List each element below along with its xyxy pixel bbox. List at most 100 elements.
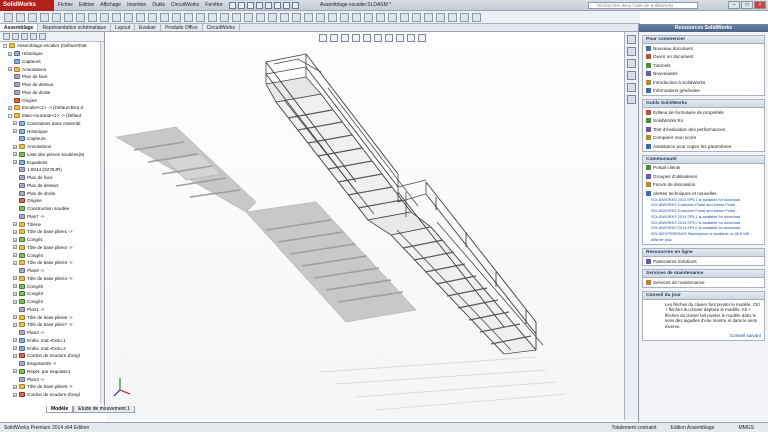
bottom-tab[interactable]: Etude de mouvement 1 xyxy=(73,406,135,413)
expand-toggle-icon[interactable]: + xyxy=(13,237,17,242)
resource-link[interactable]: Test d'évaluation des performances xyxy=(643,125,764,134)
command-tool-icon[interactable] xyxy=(364,12,373,22)
tree-item[interactable]: - Main-courante<1> -> (Défaut xyxy=(3,112,104,120)
command-tab[interactable]: Evaluer xyxy=(135,24,162,31)
minimize-icon[interactable]: – xyxy=(728,1,740,9)
command-tool-icon[interactable] xyxy=(388,12,397,22)
expand-toggle-icon[interactable]: + xyxy=(13,291,17,296)
feature-tree-icon[interactable] xyxy=(3,33,10,40)
menu-item-1[interactable]: Edition xyxy=(79,2,94,8)
tree-item[interactable]: Plan8 -> xyxy=(3,267,104,275)
tree-item[interactable]: Plan de droite xyxy=(3,89,104,97)
configuration-manager-icon[interactable] xyxy=(21,33,28,40)
tree-item[interactable]: + Equations xyxy=(3,158,104,166)
section-title[interactable]: Services de maintenance xyxy=(643,270,764,279)
command-tool-icon[interactable] xyxy=(136,12,145,22)
tree-item[interactable]: + Historique xyxy=(3,127,104,135)
command-tool-icon[interactable] xyxy=(448,12,457,22)
tree-item[interactable]: + Annotations xyxy=(3,65,104,73)
command-tool-icon[interactable] xyxy=(184,12,193,22)
tree-item[interactable]: + Congé2 xyxy=(3,298,104,306)
tree-item[interactable]: + Enlèv. mat.-Extru.2 xyxy=(3,344,104,352)
status-units[interactable]: MMGS xyxy=(738,425,754,431)
expand-toggle-icon[interactable]: + xyxy=(13,315,17,320)
expand-toggle-icon[interactable]: + xyxy=(13,245,17,250)
resource-link[interactable]: Nouveautés xyxy=(643,70,764,79)
tree-item[interactable]: + Historique xyxy=(3,50,104,58)
tree-item[interactable]: + Congé5 xyxy=(3,282,104,290)
command-tool-icon[interactable] xyxy=(148,12,157,22)
tree-item[interactable]: + Tôle de base pliée6 -> xyxy=(3,313,104,321)
open-icon[interactable] xyxy=(237,1,245,9)
design-library-icon[interactable] xyxy=(627,47,636,56)
tree-item[interactable]: Capteurs xyxy=(3,58,104,66)
resource-link[interactable]: SolidWorks Rx xyxy=(643,117,764,126)
tree-item[interactable]: + Tôle de base pliée1 -> xyxy=(3,228,104,236)
tree-item[interactable]: + Tôle de base pliée2 -> xyxy=(3,244,104,252)
show-more-link[interactable]: Afficher plus xyxy=(643,238,764,244)
tree-scrollbar[interactable] xyxy=(100,42,104,404)
command-tool-icon[interactable] xyxy=(328,12,337,22)
resource-link[interactable]: Comparer mon score xyxy=(643,134,764,143)
command-tool-icon[interactable] xyxy=(256,12,265,22)
select-icon[interactable] xyxy=(273,1,281,9)
close-icon[interactable]: × xyxy=(754,1,766,9)
command-tool-icon[interactable] xyxy=(304,12,313,22)
view-orientation-icon[interactable] xyxy=(362,34,371,42)
expand-toggle-icon[interactable]: + xyxy=(13,392,17,397)
command-tool-icon[interactable] xyxy=(64,12,73,22)
expand-toggle-icon[interactable]: + xyxy=(8,105,12,110)
expand-toggle-icon[interactable]: + xyxy=(13,152,17,157)
menu-item-6[interactable]: Fenêtre xyxy=(205,2,222,8)
expand-toggle-icon[interactable]: + xyxy=(8,51,12,56)
help-search-input[interactable]: Rechercher dans l'aide de SolidWorks xyxy=(588,2,698,9)
tree-item[interactable]: Plan de dessus xyxy=(3,81,104,89)
command-tool-icon[interactable] xyxy=(52,12,61,22)
tree-item[interactable]: Construction soudée xyxy=(3,205,104,213)
command-tab[interactable]: Représentation schématique xyxy=(38,24,112,31)
display-manager-icon[interactable] xyxy=(39,33,46,40)
custom-properties-icon[interactable] xyxy=(627,95,636,104)
menu-item-2[interactable]: Affichage xyxy=(100,2,121,8)
tree-item[interactable]: + Liste des pièces soudées(9) xyxy=(3,151,104,159)
tree-item[interactable]: Plan de dessus xyxy=(3,182,104,190)
menu-item-3[interactable]: Insertion xyxy=(127,2,146,8)
expand-toggle-icon[interactable]: + xyxy=(13,299,17,304)
expand-toggle-icon[interactable]: - xyxy=(3,43,7,48)
tree-item[interactable]: + Congé3 xyxy=(3,290,104,298)
tree-item[interactable]: Plan3 -> xyxy=(3,375,104,383)
command-tab[interactable]: Layout xyxy=(111,24,136,31)
property-manager-icon[interactable] xyxy=(12,33,19,40)
resource-link[interactable]: Ouvrir un document xyxy=(643,53,764,62)
tree-item[interactable]: Plan7 -> xyxy=(3,213,104,221)
tree-item[interactable]: Plan de droite xyxy=(3,189,104,197)
tree-item[interactable]: + Cordon de soudure d'angl xyxy=(3,352,104,360)
command-tool-icon[interactable] xyxy=(76,12,85,22)
section-title[interactable]: Communauté xyxy=(643,155,764,164)
expand-toggle-icon[interactable]: + xyxy=(13,284,17,289)
command-tool-icon[interactable] xyxy=(340,12,349,22)
bottom-tab[interactable]: Modèle xyxy=(46,406,74,413)
tree-item[interactable]: Plan de face xyxy=(3,174,104,182)
resource-link[interactable]: Informations générales xyxy=(643,87,764,96)
resource-link[interactable]: Alertes techniques et nouvelles xyxy=(643,189,764,198)
command-tool-icon[interactable] xyxy=(268,12,277,22)
hide-show-icon[interactable] xyxy=(384,34,393,42)
tree-item[interactable]: + Enlèv. mat.-Extru.1 xyxy=(3,337,104,345)
command-tool-icon[interactable] xyxy=(292,12,301,22)
command-tool-icon[interactable] xyxy=(472,12,481,22)
expand-toggle-icon[interactable]: + xyxy=(13,144,17,149)
command-tool-icon[interactable] xyxy=(16,12,25,22)
expand-toggle-icon[interactable]: + xyxy=(13,160,17,165)
print-icon[interactable] xyxy=(255,1,263,9)
display-style-icon[interactable] xyxy=(373,34,382,42)
new-document-icon[interactable] xyxy=(228,1,236,9)
tree-item[interactable]: Esquisse28 -> xyxy=(3,360,104,368)
section-title[interactable]: Ressources en ligne xyxy=(643,248,764,257)
tree-item[interactable]: + Escalier<1> -> (Défaut<Brut d xyxy=(3,104,104,112)
tree-item[interactable]: + Répét. par esquisse1 xyxy=(3,368,104,376)
tree-item[interactable]: + Cordon de soudure d'angl xyxy=(3,391,104,399)
resource-link[interactable]: Groupes d'utilisateurs xyxy=(643,172,764,181)
command-tool-icon[interactable] xyxy=(424,12,433,22)
command-tool-icon[interactable] xyxy=(40,12,49,22)
